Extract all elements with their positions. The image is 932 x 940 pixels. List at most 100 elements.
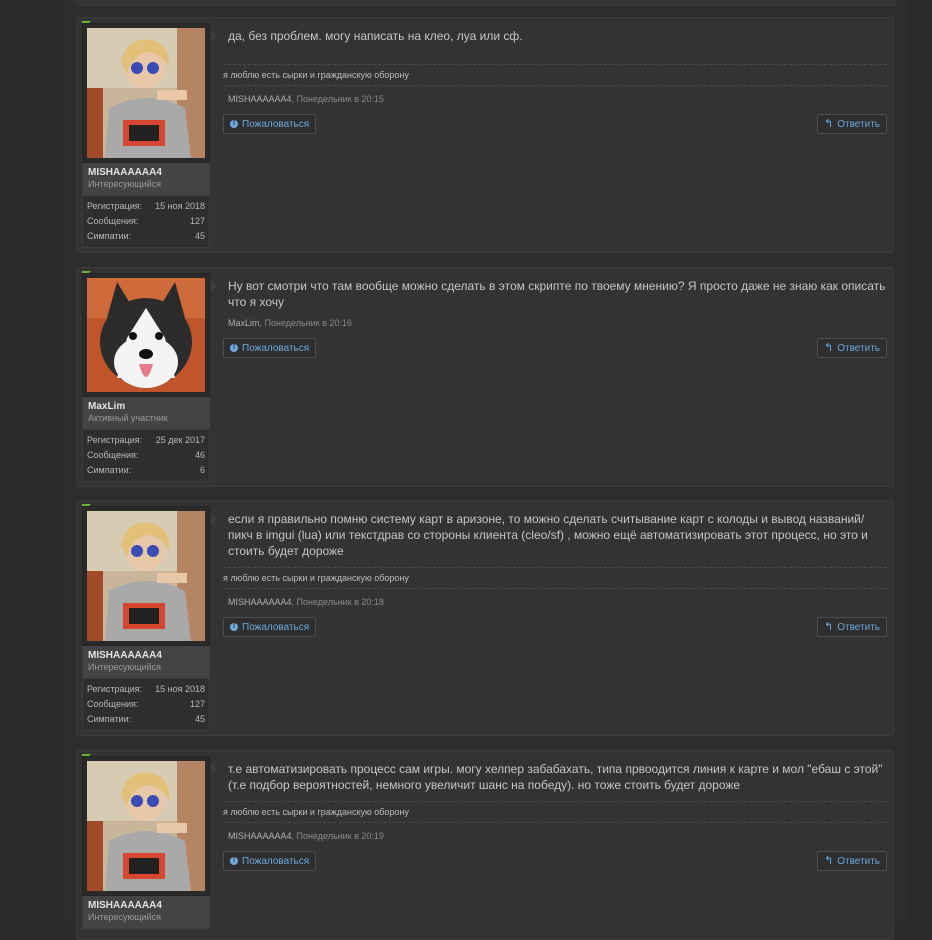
user-stats: Регистрация: 15 ноя 2018 Сообщения: 127 Си… — [82, 679, 210, 731]
stat-label: Симпатии: — [87, 714, 132, 724]
stat-label: Сообщения: — [87, 450, 139, 460]
reply-label: Ответить — [837, 621, 880, 633]
avatar[interactable] — [82, 23, 210, 163]
message-arrow — [211, 513, 217, 525]
post: MISHAAAAAA4 Интересующийся Регистрация: 1… — [76, 500, 894, 736]
husky-dog-avatar-icon — [87, 278, 205, 392]
stat-label: Симпатии: — [87, 231, 132, 241]
signature: я люблю есть сырки и гражданскую оборону — [223, 802, 887, 823]
user-info-block: MaxLim Активный участник Регистрация: 25 … — [82, 273, 210, 482]
stat-likes: Симпатии: 6 — [87, 463, 205, 478]
user-stats: Регистрация: 25 дек 2017 Сообщения: 46 Сим… — [82, 430, 210, 482]
user-title: Интересующийся — [88, 179, 162, 189]
username-link[interactable]: MISHAAAAAA4 — [88, 167, 204, 179]
username-box: MISHAAAAAA4 Интересующийся — [82, 163, 210, 196]
stat-value: 45 — [194, 714, 205, 724]
post-actions: ! Пожаловаться ↰ Ответить — [223, 338, 887, 360]
reply-label: Ответить — [837, 855, 880, 867]
post-date-link[interactable]: , Понедельник в 20:15 — [292, 94, 384, 104]
reply-button[interactable]: ↰ Ответить — [817, 338, 887, 358]
username-box: MISHAAAAAA4 Интересующийся — [82, 646, 210, 679]
post-date-link[interactable]: , Понедельник в 20:16 — [260, 318, 352, 328]
report-label: Пожаловаться — [242, 342, 310, 354]
post-actions: ! Пожаловаться ↰ Ответить — [223, 114, 887, 136]
post-content: да, без проблем. могу написать на клео, … — [223, 28, 887, 136]
post-content: Ну вот смотри что там вообще можно сдела… — [223, 278, 887, 360]
stat-value: 6 — [199, 465, 205, 475]
stat-label: Регистрация: — [87, 684, 143, 694]
report-label: Пожаловаться — [242, 855, 310, 867]
meta-author-link[interactable]: MISHAAAAAA4 — [228, 831, 292, 841]
stat-label: Симпатии: — [87, 465, 132, 475]
user-info-block: MISHAAAAAA4 Интересующийся Регистрация: 1… — [82, 506, 210, 731]
girl-avatar-icon — [87, 511, 205, 641]
username-box: MaxLim Активный участник — [82, 397, 210, 430]
signature: я люблю есть сырки и гражданскую оборону — [223, 568, 887, 589]
reply-arrow-icon: ↰ — [824, 621, 834, 633]
reply-label: Ответить — [837, 118, 880, 130]
message-text: т.е автоматизировать процесс сам игры. м… — [228, 762, 883, 792]
post-content: если я правильно помню систему карт в ар… — [223, 511, 887, 639]
post: MaxLim Активный участник Регистрация: 25 … — [76, 267, 894, 487]
girl-avatar-icon — [87, 28, 205, 158]
avatar[interactable] — [82, 506, 210, 646]
report-icon: ! — [230, 857, 238, 865]
report-icon: ! — [230, 120, 238, 128]
reply-button[interactable]: ↰ Ответить — [817, 114, 887, 134]
user-title: Активный участник — [88, 413, 168, 423]
meta-author-link[interactable]: MISHAAAAAA4 — [228, 597, 292, 607]
post: MISHAAAAAA4 Интересующийся Регистрация: 1… — [76, 17, 894, 253]
reply-label: Ответить — [837, 342, 880, 354]
message-text: Ну вот смотри что там вообще можно сдела… — [228, 279, 886, 309]
previous-post-edge — [76, 0, 896, 6]
message-arrow — [211, 763, 217, 775]
stat-value[interactable]: 127 — [190, 697, 205, 712]
reply-button[interactable]: ↰ Ответить — [817, 851, 887, 871]
username-link[interactable]: MISHAAAAAA4 — [88, 650, 204, 662]
reply-button[interactable]: ↰ Ответить — [817, 617, 887, 637]
username-link[interactable]: MISHAAAAAA4 — [88, 900, 204, 912]
report-button[interactable]: ! Пожаловаться — [223, 114, 317, 134]
signature: я люблю есть сырки и гражданскую оборону — [223, 65, 887, 86]
meta-author-link[interactable]: MaxLim — [228, 318, 260, 328]
post-actions: ! Пожаловаться ↰ Ответить — [223, 851, 887, 873]
reply-arrow-icon: ↰ — [824, 342, 834, 354]
reply-arrow-icon: ↰ — [824, 855, 834, 867]
stat-value: 15 ноя 2018 — [155, 684, 205, 694]
post-date-link[interactable]: , Понедельник в 20:18 — [292, 597, 384, 607]
reply-arrow-icon: ↰ — [824, 118, 834, 130]
username-box: MISHAAAAAA4 Интересующийся — [82, 896, 210, 929]
report-label: Пожаловаться — [242, 118, 310, 130]
stat-value: 15 ноя 2018 — [155, 201, 205, 211]
stat-registration: Регистрация: 15 ноя 2018 — [87, 682, 205, 697]
username-link[interactable]: MaxLim — [88, 401, 204, 413]
stat-label: Регистрация: — [87, 435, 143, 445]
post-meta: MaxLim, Понедельник в 20:16 — [223, 310, 887, 328]
stat-likes: Симпатии: 45 — [87, 229, 205, 244]
report-icon: ! — [230, 344, 238, 352]
report-button[interactable]: ! Пожаловаться — [223, 617, 317, 637]
user-title: Интересующийся — [88, 912, 162, 922]
stat-messages: Сообщения: 127 — [87, 214, 205, 229]
post-date-link[interactable]: , Понедельник в 20:19 — [292, 831, 384, 841]
stat-value[interactable]: 46 — [195, 448, 205, 463]
stat-registration: Регистрация: 25 дек 2017 — [87, 433, 205, 448]
message-text: если я правильно помню систему карт в ар… — [228, 512, 868, 558]
post-meta: MISHAAAAAA4, Понедельник в 20:15 — [223, 86, 887, 104]
stat-label: Сообщения: — [87, 699, 139, 709]
report-button[interactable]: ! Пожаловаться — [223, 338, 317, 358]
message-arrow — [211, 30, 217, 42]
user-title: Интересующийся — [88, 662, 162, 672]
girl-avatar-icon — [87, 761, 205, 891]
post-meta: MISHAAAAAA4, Понедельник в 20:19 — [223, 823, 887, 841]
avatar[interactable] — [82, 756, 210, 896]
user-info-block: MISHAAAAAA4 Интересующийся Регистрация: 1… — [82, 23, 210, 248]
stat-likes: Симпатии: 45 — [87, 712, 205, 727]
stat-label: Регистрация: — [87, 201, 143, 211]
report-button[interactable]: ! Пожаловаться — [223, 851, 317, 871]
avatar[interactable] — [82, 273, 210, 397]
meta-author-link[interactable]: MISHAAAAAA4 — [228, 94, 292, 104]
stat-value[interactable]: 127 — [190, 214, 205, 229]
stat-value: 25 дек 2017 — [155, 435, 205, 445]
report-icon: ! — [230, 623, 238, 631]
